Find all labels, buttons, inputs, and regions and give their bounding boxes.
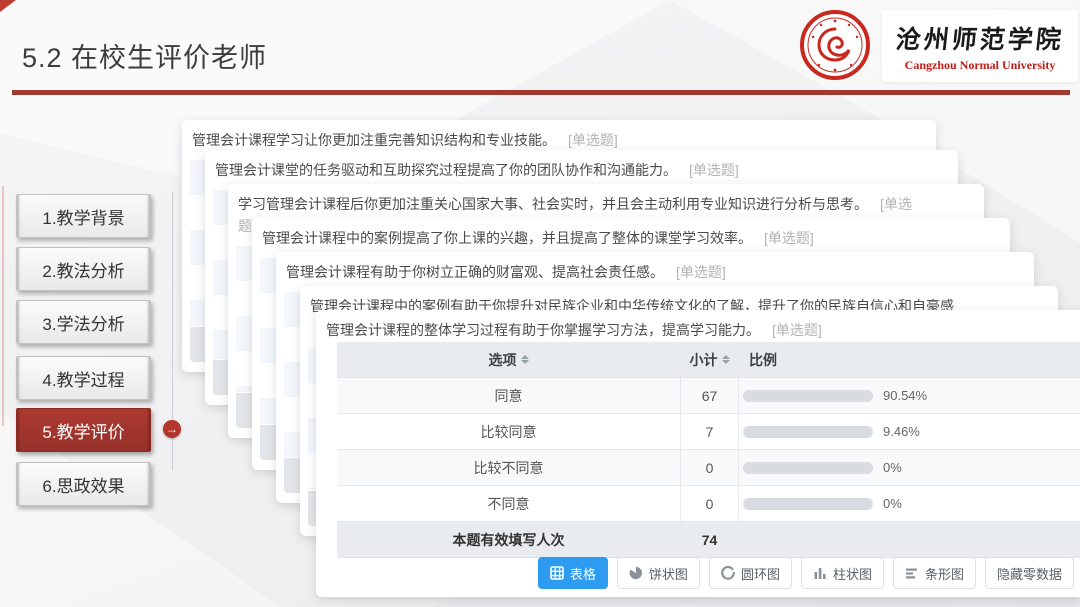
ratio-percent: 9.46% [883, 424, 920, 439]
table-row: 比较不同意 0 0% [337, 450, 1080, 486]
pie-chart-button[interactable]: 饼状图 [617, 557, 700, 589]
ratio-bar-track [743, 390, 873, 402]
table-row: 同意 67 90.54% [337, 378, 1080, 414]
sidebar-item-teaching-evaluation[interactable]: 5.教学评价 [16, 408, 151, 452]
sort-icon[interactable] [722, 355, 730, 364]
column-chart-button[interactable]: 柱状图 [801, 557, 884, 589]
corner-accent [0, 0, 16, 12]
option-cell: 同意 [337, 378, 681, 413]
question-type-tag: [单选题] [772, 322, 822, 338]
option-cell: 比较同意 [337, 414, 681, 449]
question-title: 管理会计课程有助于你树立正确的财富观、提高社会责任感。[单选题] [276, 252, 1034, 283]
footer-label: 本题有效填写人次 [337, 522, 681, 557]
question-type-tag: [单选题] [689, 162, 739, 178]
question-type-tag: [单选题] [568, 132, 618, 148]
ratio-bar-track [743, 462, 873, 474]
count-cell: 7 [681, 414, 739, 449]
survey-results-table: 选项 小计 比例 同意 67 90.54% 比较同意 7 [337, 342, 1080, 558]
university-logo-box: 沧州师范学院 Cangzhou Normal University [882, 10, 1078, 82]
bar-chart-button[interactable]: 条形图 [893, 557, 976, 589]
column-icon [813, 566, 827, 580]
count-cell: 0 [681, 450, 739, 485]
chart-type-toolbar: 表格 饼状图 圆环图 柱状图 [538, 557, 1074, 589]
sidebar-item-teaching-method[interactable]: 2.教法分析 [16, 247, 151, 291]
page-title: 5.2 在校生评价老师 [22, 36, 267, 75]
ratio-cell: 90.54% [739, 378, 1080, 413]
right-arrow-icon: → [163, 420, 181, 438]
university-name-en: Cangzhou Normal University [905, 58, 1056, 73]
donut-icon [721, 566, 735, 580]
table-view-button[interactable]: 表格 [538, 557, 608, 589]
table-row: 比较同意 7 9.46% [337, 414, 1080, 450]
table-icon [550, 566, 564, 580]
table-row: 不同意 0 0% [337, 486, 1080, 522]
pie-icon [629, 566, 643, 580]
ratio-cell: 0% [739, 486, 1080, 521]
ratio-percent: 0% [883, 460, 902, 475]
table-header-row: 选项 小计 比例 [337, 342, 1080, 378]
question-title: 管理会计课堂的任务驱动和互助探究过程提高了你的团队协作和沟通能力。[单选题] [205, 150, 958, 181]
question-title: 管理会计课程学习让你更加注重完善知识结构和专业技能。[单选题] [182, 120, 936, 151]
question-title: 管理会计课程中的案例提高了你上课的兴趣，并且提高了整体的课堂学习效率。[单选题] [252, 218, 1010, 249]
column-header-count[interactable]: 小计 [681, 342, 739, 377]
question-title: 管理会计课程的整体学习过程有助于你掌握学习方法，提高学习能力。[单选题] [316, 310, 1080, 341]
donut-chart-button[interactable]: 圆环图 [709, 557, 792, 589]
ratio-percent: 0% [883, 496, 902, 511]
sidebar-item-ideology-effect[interactable]: 6.思政效果 [16, 462, 151, 506]
hbar-icon [905, 566, 919, 580]
university-name-cn: 沧州师范学院 [894, 20, 1066, 56]
title-underline [12, 90, 1070, 95]
sidebar-item-teaching-background[interactable]: 1.教学背景 [16, 194, 151, 238]
sort-icon[interactable] [521, 355, 529, 364]
ratio-bar-track [743, 498, 873, 510]
column-header-option[interactable]: 选项 [337, 342, 681, 377]
sidebar-item-teaching-process[interactable]: 4.教学过程 [16, 356, 151, 400]
hide-zero-data-button[interactable]: 隐藏零数据 [985, 557, 1074, 589]
ratio-cell: 9.46% [739, 414, 1080, 449]
footer-count: 74 [681, 522, 739, 557]
ratio-percent: 90.54% [883, 388, 927, 403]
question-type-tag: [单选题] [676, 264, 726, 280]
question-card-active: 管理会计课程的整体学习过程有助于你掌握学习方法，提高学习能力。[单选题] 选项 … [316, 310, 1080, 597]
count-cell: 0 [681, 486, 739, 521]
slide: 5.2 在校生评价老师 沧州师范学院 Cangzhou Normal Unive… [0, 0, 1080, 607]
question-type-tag: [单选题] [764, 230, 814, 246]
sidebar-item-learning-method[interactable]: 3.学法分析 [16, 300, 151, 344]
column-header-ratio: 比例 [739, 342, 1080, 377]
left-accent-line [2, 186, 4, 426]
option-cell: 比较不同意 [337, 450, 681, 485]
footer-ratio-empty [739, 522, 1080, 557]
table-footer-row: 本题有效填写人次 74 [337, 522, 1080, 558]
university-seal-icon [799, 9, 871, 81]
count-cell: 67 [681, 378, 739, 413]
option-cell: 不同意 [337, 486, 681, 521]
ratio-bar-track [743, 426, 873, 438]
ratio-cell: 0% [739, 450, 1080, 485]
